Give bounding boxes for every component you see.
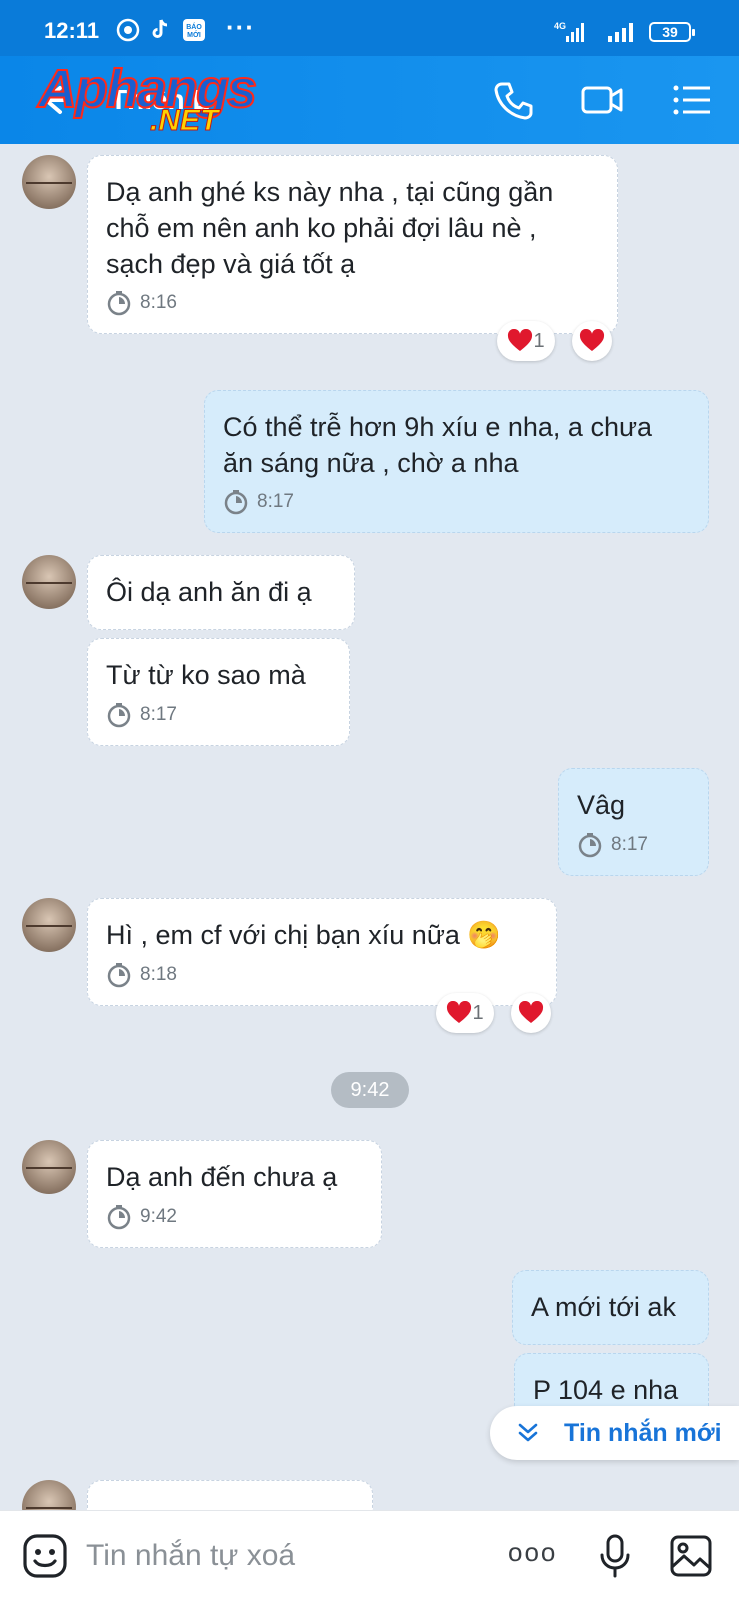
image-gallery-icon[interactable] (668, 1533, 714, 1579)
message-time: 9:42 (106, 1199, 177, 1235)
message-time-text: 8:18 (140, 964, 177, 985)
svg-text:4G: 4G (554, 21, 566, 31)
message-text: Dạ anh ghé ks này nha , tại cũng gần chỗ… (106, 177, 554, 279)
message-time-text: 9:42 (140, 1206, 177, 1227)
self-destruct-timer-icon (107, 963, 131, 988)
reaction-count: 1 (533, 329, 545, 352)
message-bubble-incoming[interactable]: Từ từ ko sao mà 8:17 (87, 638, 350, 746)
chat-header: Thiên L Aphangs .NET (0, 56, 739, 144)
message-input-bar: ooo (0, 1510, 739, 1600)
heart-icon (447, 1001, 472, 1023)
more-options-icon[interactable]: ooo (508, 1537, 557, 1568)
more-notifications-icon: ··· (226, 12, 255, 42)
message-text: A mới tới ak (531, 1292, 676, 1322)
message-input[interactable] (86, 1533, 466, 1579)
time-divider: 9:42 (331, 1072, 409, 1108)
message-time: 8:17 (223, 484, 294, 520)
message-text: Từ từ ko sao mà (106, 660, 306, 690)
message-text: Ôi dạ anh ăn đi ạ (106, 577, 312, 607)
message-text: Hì , em cf với chị bạn xíu nữa 🤭 (106, 920, 502, 950)
message-time-text: 8:16 (140, 292, 177, 313)
message-time: 8:17 (106, 697, 177, 733)
message-time: 8:17 (577, 827, 648, 863)
reaction-count: 1 (472, 1001, 484, 1024)
self-destruct-timer-icon (107, 703, 131, 728)
self-destruct-timer-icon (107, 291, 131, 316)
message-bubble-outgoing[interactable]: A mới tới ak (512, 1270, 709, 1345)
message-text: Có thể trễ hơn 9h xíu e nha, a chưa ăn s… (223, 412, 653, 478)
heart-icon (518, 1001, 544, 1023)
message-time-text: 8:17 (140, 704, 177, 725)
message-text: Dạ anh đến chưa ạ (106, 1162, 338, 1192)
message-bubble-incoming[interactable]: Dạ anh đến chưa ạ 9:42 (87, 1140, 382, 1248)
new-messages-button[interactable]: Tin nhắn mới (490, 1406, 739, 1460)
self-destruct-timer-icon (578, 833, 602, 858)
contact-avatar[interactable] (22, 155, 76, 209)
react-heart-button[interactable] (511, 993, 551, 1033)
message-time-text: 8:17 (611, 834, 648, 855)
settings-notification-icon (116, 18, 140, 42)
reaction-summary[interactable]: 1 (436, 993, 494, 1033)
double-chevron-down-icon (518, 1423, 538, 1442)
reaction-summary[interactable]: 1 (497, 321, 555, 361)
watermark-brand: Aphangs (37, 58, 258, 120)
message-text: Vâg (577, 790, 626, 820)
tiktok-icon (152, 19, 168, 38)
message-text: P 104 e nha (533, 1375, 679, 1405)
contact-avatar[interactable] (22, 1140, 76, 1194)
self-destruct-timer-icon (107, 1205, 131, 1230)
react-heart-button[interactable] (572, 321, 612, 361)
microphone-icon[interactable] (592, 1533, 638, 1579)
message-bubble-incoming[interactable]: Dạ anh ghé ks này nha , tại cũng gần chỗ… (87, 155, 618, 334)
message-time-text: 8:17 (257, 491, 294, 512)
message-bubble-incoming[interactable]: Ôi dạ anh ăn đi ạ (87, 555, 355, 630)
self-destruct-timer-icon (224, 490, 248, 515)
message-bubble-outgoing[interactable]: Có thể trễ hơn 9h xíu e nha, a chưa ăn s… (204, 390, 709, 533)
signal-icon (608, 23, 633, 42)
message-bubble-incoming[interactable]: Hì , em cf với chị bạn xíu nữa 🤭 8:18 (87, 898, 557, 1006)
new-messages-label: Tin nhắn mới (564, 1419, 722, 1447)
phone-call-icon[interactable] (492, 78, 536, 122)
status-time: 12:11 (44, 18, 100, 43)
video-call-icon[interactable] (580, 78, 624, 122)
status-bar: 12:11 BÁO MỚI ··· 4G 39 (0, 0, 739, 56)
signal-4g-icon: 4G (554, 21, 584, 42)
baomoi-icon: BÁOMỚI (183, 19, 205, 41)
svg-text:BÁO: BÁO (186, 22, 202, 31)
watermark-logo: Aphangs .NET (37, 58, 268, 144)
message-time: 8:18 (106, 957, 177, 993)
heart-icon (508, 329, 533, 351)
message-bubble-outgoing[interactable]: Vâg 8:17 (558, 768, 709, 876)
menu-list-icon[interactable] (670, 78, 714, 122)
svg-text:MỚI: MỚI (187, 30, 201, 39)
message-time: 8:16 (106, 285, 177, 321)
emoji-sticker-icon[interactable] (22, 1533, 68, 1579)
battery-indicator: 39 (649, 22, 695, 42)
contact-avatar[interactable] (22, 898, 76, 952)
watermark-suffix: .NET (149, 104, 219, 138)
heart-icon (579, 329, 605, 351)
contact-avatar[interactable] (22, 555, 76, 609)
